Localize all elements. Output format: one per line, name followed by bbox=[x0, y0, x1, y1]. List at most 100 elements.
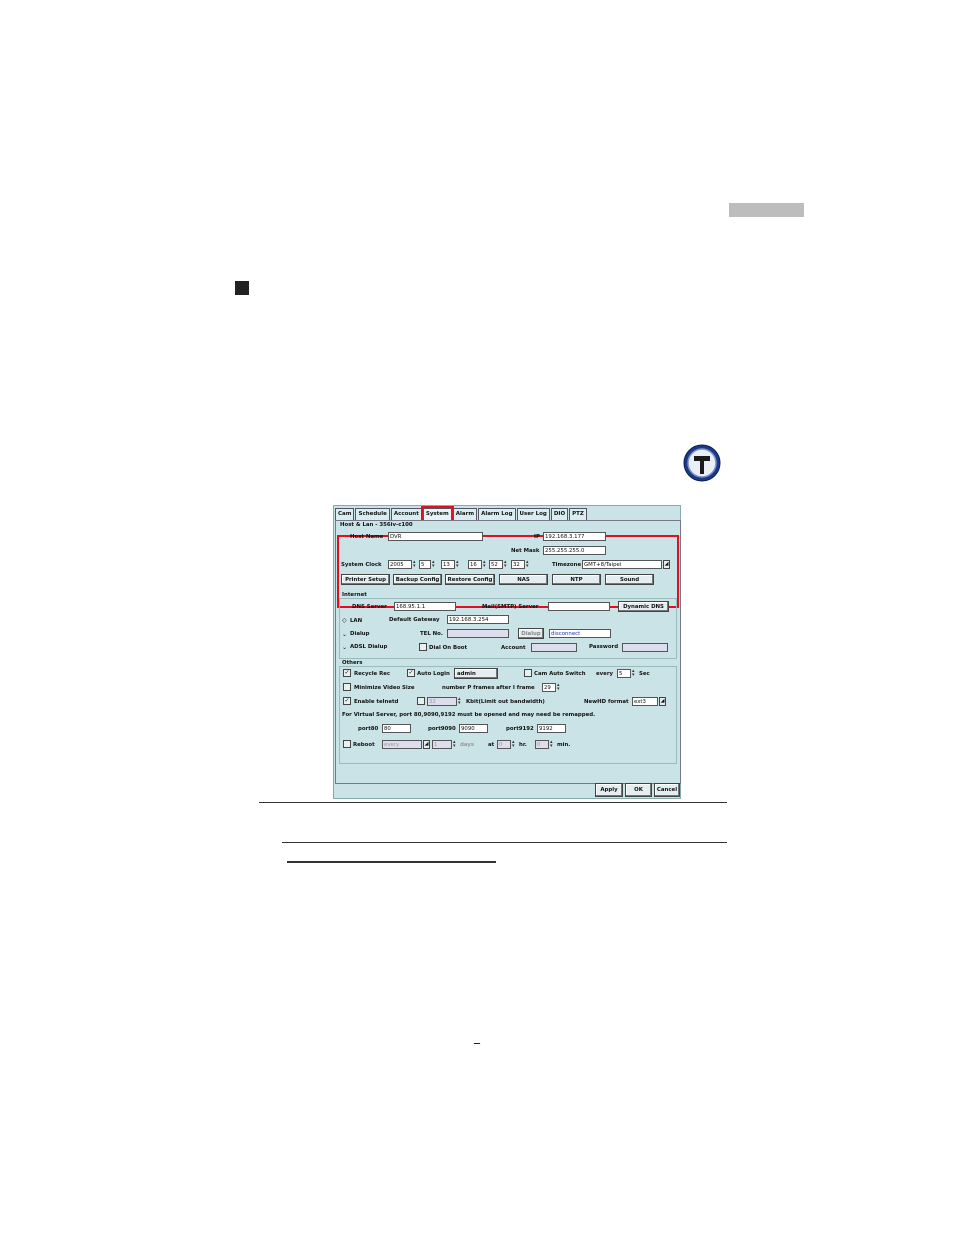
days-label: days bbox=[460, 742, 475, 748]
restore-config-button[interactable]: Restore Config bbox=[445, 574, 495, 585]
divider-line-1 bbox=[259, 802, 727, 803]
dynamic-dns-button[interactable]: Dynamic DNS bbox=[618, 601, 669, 612]
clock-min-field[interactable]: 52 bbox=[489, 560, 503, 569]
internet-title: Internet bbox=[342, 592, 367, 598]
cam-switch-every-spinner[interactable]: ▴ ▾ bbox=[632, 669, 637, 678]
reboot-label: Reboot bbox=[353, 742, 375, 748]
tab-schedule[interactable]: Schedule bbox=[355, 508, 390, 520]
tab-account[interactable]: Account bbox=[390, 508, 422, 520]
timezone-dropdown-icon[interactable]: ◢ bbox=[663, 560, 670, 569]
number-p-frames-spinner[interactable]: ▴ ▾ bbox=[557, 683, 562, 692]
port80-label: port80 bbox=[358, 726, 379, 732]
clock-month-field[interactable]: 5 bbox=[419, 560, 431, 569]
clock-day-field[interactable]: 13 bbox=[441, 560, 455, 569]
clock-year-field[interactable]: 2005 bbox=[388, 560, 412, 569]
default-gateway-label: Default Gateway bbox=[389, 617, 440, 623]
reboot-every-select[interactable]: every bbox=[382, 740, 422, 749]
clock-hour-spinner[interactable]: ▴ ▾ bbox=[483, 560, 488, 569]
printer-setup-button[interactable]: Printer Setup bbox=[341, 574, 390, 585]
clock-min-spinner[interactable]: ▴ ▾ bbox=[504, 560, 509, 569]
cam-auto-switch-checkbox[interactable] bbox=[524, 669, 532, 677]
ok-button[interactable]: OK bbox=[625, 783, 652, 797]
at-label: at bbox=[488, 742, 495, 748]
clock-day-spinner[interactable]: ▴ ▾ bbox=[456, 560, 461, 569]
tab-alarm[interactable]: Alarm bbox=[452, 508, 478, 520]
port9192-field[interactable]: 9192 bbox=[537, 724, 566, 733]
dialup-button[interactable]: Dialup bbox=[518, 628, 544, 639]
clock-sec-spinner[interactable]: ▴ ▾ bbox=[526, 560, 531, 569]
reboot-checkbox[interactable] bbox=[343, 740, 351, 748]
sec-label: Sec bbox=[639, 671, 650, 677]
clock-month-spinner[interactable]: ▴ ▾ bbox=[432, 560, 437, 569]
default-gateway-field[interactable]: 192.168.3.254 bbox=[447, 615, 509, 624]
kbit-field[interactable]: 32 bbox=[427, 697, 457, 706]
tab-alarm-log[interactable]: Alarm Log bbox=[478, 508, 516, 520]
clock-hour-field[interactable]: 16 bbox=[468, 560, 482, 569]
kbit-checkbox[interactable] bbox=[417, 697, 425, 705]
system-clock-label: System Clock bbox=[341, 562, 382, 568]
reboot-min-spinner[interactable]: ▴ ▾ bbox=[550, 740, 555, 749]
tab-ptz[interactable]: PTZ bbox=[569, 508, 587, 520]
tab-cam[interactable]: Cam bbox=[335, 508, 355, 520]
settings-dialog: Cam Schedule Account System Alarm Alarm … bbox=[333, 505, 681, 799]
timezone-select[interactable]: GMT+8/Taipei bbox=[582, 560, 662, 569]
reboot-days-spinner[interactable]: ▴ ▾ bbox=[453, 740, 458, 749]
dns-server-field[interactable]: 168.95.1.1 bbox=[394, 602, 456, 611]
auto-login-user-select[interactable]: admin bbox=[454, 668, 498, 679]
clock-sec-field[interactable]: 32 bbox=[511, 560, 525, 569]
tab-dio[interactable]: DIO bbox=[550, 508, 569, 520]
every-label: every bbox=[596, 671, 613, 677]
port9090-field[interactable]: 9090 bbox=[459, 724, 488, 733]
cam-switch-every-field[interactable]: 5 bbox=[617, 669, 631, 678]
dialup-status-field: disconnect bbox=[549, 629, 611, 638]
newhd-format-dropdown-icon[interactable]: ◢ bbox=[659, 697, 666, 706]
lan-radio[interactable]: ◇ bbox=[342, 617, 347, 624]
port9192-label: port9192 bbox=[506, 726, 534, 732]
ntp-button[interactable]: NTP bbox=[552, 574, 601, 585]
apply-button[interactable]: Apply bbox=[595, 783, 623, 797]
reboot-min-field[interactable]: 0 bbox=[535, 740, 549, 749]
reboot-days-field[interactable]: 1 bbox=[432, 740, 452, 749]
dial-on-boot-checkbox[interactable] bbox=[419, 643, 427, 651]
dialup-label: Dialup bbox=[350, 631, 370, 637]
account-field[interactable] bbox=[531, 643, 577, 652]
cancel-button[interactable]: Cancel bbox=[654, 783, 680, 797]
kbit-spinner[interactable]: ▴ ▾ bbox=[458, 697, 463, 706]
ip-field[interactable]: 192.168.3.177 bbox=[543, 532, 606, 541]
minimize-video-checkbox[interactable] bbox=[343, 683, 351, 691]
port80-field[interactable]: 80 bbox=[382, 724, 411, 733]
hr-label: hr. bbox=[519, 742, 527, 748]
reboot-hr-spinner[interactable]: ▴ ▾ bbox=[512, 740, 517, 749]
nas-button[interactable]: NAS bbox=[499, 574, 548, 585]
tel-no-field[interactable] bbox=[447, 629, 509, 638]
tab-user-log[interactable]: User Log bbox=[516, 508, 550, 520]
recycle-rec-checkbox[interactable]: ✓ bbox=[343, 669, 351, 677]
recycle-rec-label: Recycle Rec bbox=[354, 671, 391, 677]
virtual-server-note: For Virtual Server, port 80,9090,9192 mu… bbox=[342, 712, 596, 718]
reboot-hr-field[interactable]: 0 bbox=[497, 740, 511, 749]
dialup-radio[interactable]: ⌄ bbox=[342, 631, 347, 638]
host-name-field[interactable]: DVR bbox=[388, 532, 483, 541]
lan-label: LAN bbox=[350, 618, 363, 624]
net-mask-label: Net Mask bbox=[511, 548, 540, 554]
kbit-label: Kbit(Limit out bandwidth) bbox=[466, 699, 545, 705]
auto-login-checkbox[interactable]: ✓ bbox=[407, 669, 415, 677]
mail-server-field[interactable] bbox=[548, 602, 610, 611]
page-number: _ bbox=[474, 1030, 480, 1044]
number-p-frames-field[interactable]: 29 bbox=[542, 683, 556, 692]
host-name-label: Host Name bbox=[350, 534, 384, 540]
enable-telnetd-checkbox[interactable]: ✓ bbox=[343, 697, 351, 705]
sound-button[interactable]: Sound bbox=[605, 574, 654, 585]
net-mask-field[interactable]: 255.255.255.0 bbox=[543, 546, 606, 555]
divider-line-2 bbox=[282, 842, 727, 843]
underline bbox=[287, 861, 496, 863]
tab-system[interactable]: System bbox=[420, 506, 454, 522]
newhd-format-select[interactable]: ext3 bbox=[632, 697, 658, 706]
backup-config-button[interactable]: Backup Config bbox=[393, 574, 442, 585]
adsl-radio[interactable]: ⌄ bbox=[342, 644, 347, 651]
clock-year-spinner[interactable]: ▴ ▾ bbox=[413, 560, 418, 569]
dns-server-label: DNS Server bbox=[352, 604, 387, 610]
timezone-label: Timezone bbox=[552, 562, 582, 568]
reboot-every-dropdown-icon[interactable]: ◢ bbox=[423, 740, 430, 749]
password-field[interactable] bbox=[622, 643, 668, 652]
